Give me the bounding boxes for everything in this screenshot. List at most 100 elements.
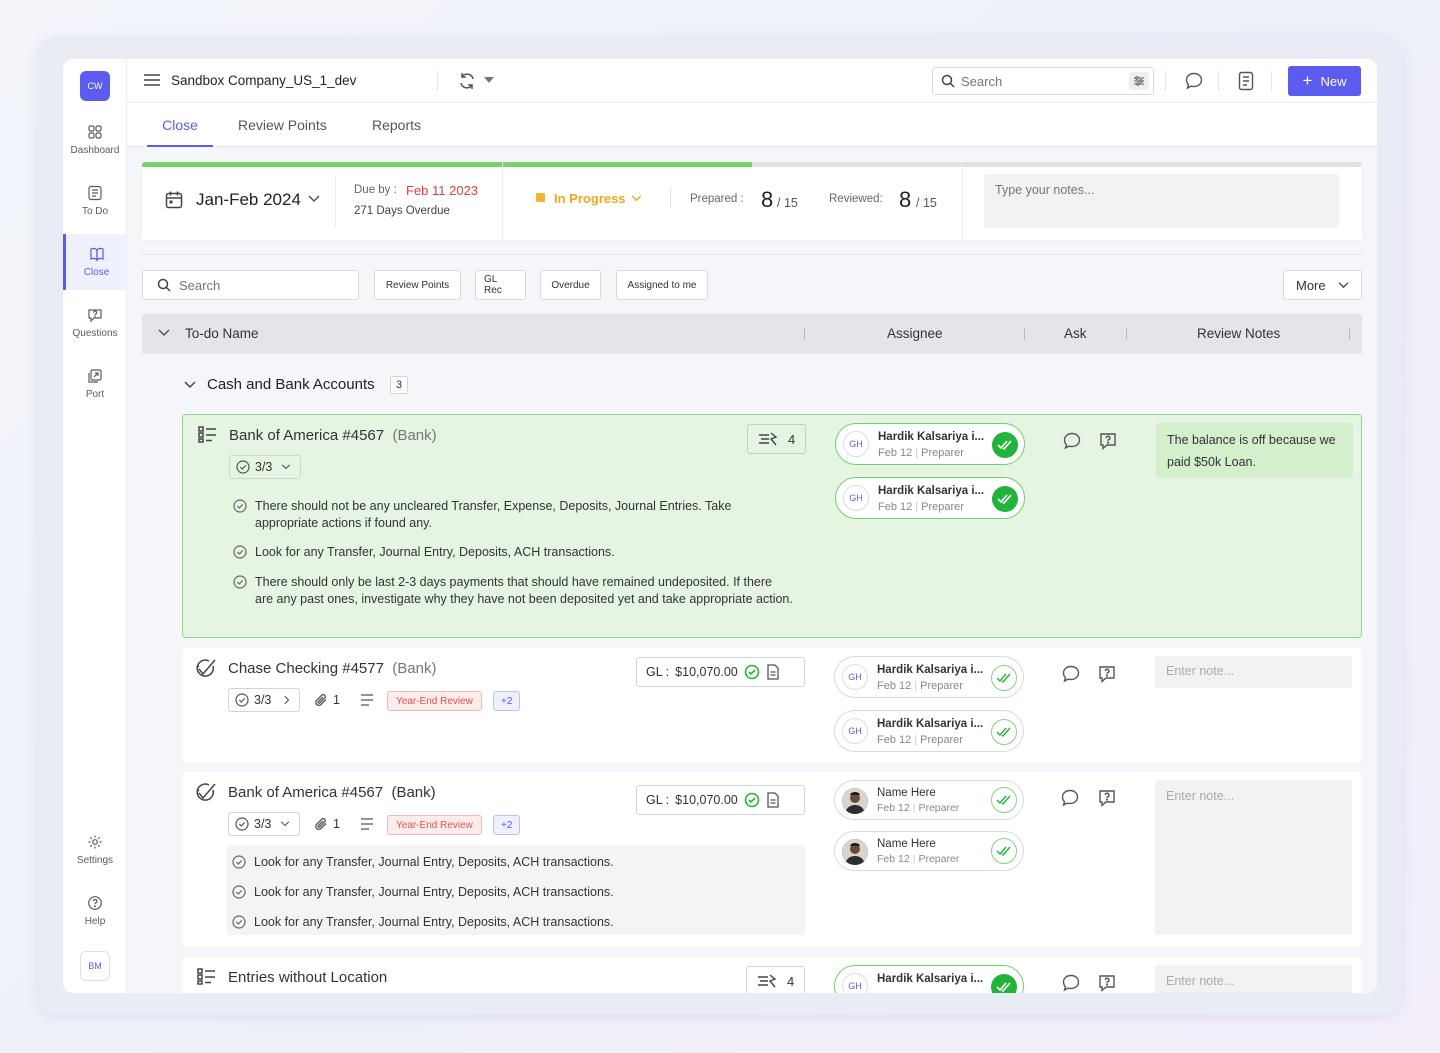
description-icon[interactable] xyxy=(360,694,374,706)
chevron-down-icon[interactable] xyxy=(184,381,196,389)
check-circle-icon[interactable] xyxy=(233,545,247,559)
sidebar-item-close[interactable]: Close xyxy=(63,234,127,290)
filter-assigned-to-me[interactable]: Assigned to me xyxy=(616,270,708,300)
check-circle-icon[interactable] xyxy=(232,915,246,929)
sync-icon[interactable] xyxy=(457,71,477,91)
check-circle-icon[interactable] xyxy=(233,499,247,513)
more-dropdown[interactable]: More xyxy=(1283,270,1362,300)
sidebar-item-settings[interactable]: Settings xyxy=(63,822,127,878)
check-circle-icon[interactable] xyxy=(232,885,246,899)
notes-textarea[interactable] xyxy=(984,174,1339,228)
filter-review-points[interactable]: Review Points xyxy=(374,270,461,300)
group-name[interactable]: Cash and Bank Accounts xyxy=(207,376,375,393)
double-check-icon[interactable] xyxy=(991,974,1017,993)
column-ask[interactable]: Ask xyxy=(1064,326,1087,341)
double-check-icon[interactable] xyxy=(992,486,1018,512)
description-icon[interactable] xyxy=(360,818,374,830)
period-label[interactable]: Jan-Feb 2024 xyxy=(196,190,301,210)
review-note-input[interactable]: Enter note... xyxy=(1155,965,1352,993)
company-name[interactable]: Sandbox Company_US_1_dev xyxy=(171,73,356,88)
double-check-icon[interactable] xyxy=(991,787,1017,813)
filter-gl-rec[interactable]: GL Rec xyxy=(475,270,526,300)
todo-search-input[interactable] xyxy=(179,276,349,294)
assignee-chip[interactable]: Name Here Feb 12 | Preparer xyxy=(834,831,1024,871)
sidebar-item-questions[interactable]: Questions xyxy=(63,295,127,351)
todo-card[interactable]: Bank of America #4567 (Bank) GL : $10,07… xyxy=(182,772,1362,947)
column-todo-name[interactable]: To-do Name xyxy=(185,326,259,341)
todo-title[interactable]: Entries without Location xyxy=(228,969,387,986)
column-assignee[interactable]: Assignee xyxy=(887,326,943,341)
tag-year-end-review[interactable]: Year-End Review xyxy=(387,691,482,711)
ask-question-icon[interactable] xyxy=(1097,664,1117,684)
attachments[interactable]: 1 xyxy=(308,688,348,712)
search-input[interactable] xyxy=(961,72,1121,90)
todo-title[interactable]: Chase Checking #4577 (Bank) xyxy=(228,660,436,677)
ask-question-icon[interactable] xyxy=(1097,788,1117,808)
attachments[interactable]: 1 xyxy=(308,812,348,836)
user-avatar[interactable]: BM xyxy=(80,951,110,981)
assignee-chip[interactable]: GH Hardik Kalsariya i... Feb 12 | Preparer xyxy=(834,710,1024,752)
assignee-chip[interactable]: GH Hardik Kalsariya i... Feb 12 | Preparer xyxy=(834,656,1024,698)
double-check-icon[interactable] xyxy=(991,719,1017,745)
review-note-input[interactable]: Enter note... xyxy=(1155,656,1352,688)
review-note[interactable]: The balance is off because we paid $50k … xyxy=(1156,423,1353,478)
assignee-chip[interactable]: GH Hardik Kalsariya i... xyxy=(834,965,1024,993)
gl-balance[interactable]: GL : $10,070.00 xyxy=(636,657,805,687)
more-tags[interactable]: +2 xyxy=(493,691,521,711)
tab-close[interactable]: Close xyxy=(147,103,213,147)
more-tags[interactable]: +2 xyxy=(493,815,521,835)
double-check-icon[interactable] xyxy=(992,432,1018,458)
new-button[interactable]: + New xyxy=(1288,66,1361,96)
comment-icon[interactable] xyxy=(1061,664,1081,684)
chevron-down-icon xyxy=(1338,281,1349,288)
sidebar-item-port[interactable]: Port xyxy=(63,356,127,412)
checklist-progress[interactable]: 3/3 xyxy=(228,812,300,836)
todo-card[interactable]: Chase Checking #4577 (Bank) GL : $10,070… xyxy=(182,648,1362,763)
filter-overdue[interactable]: Overdue xyxy=(540,270,601,300)
double-check-icon[interactable] xyxy=(991,838,1017,864)
chevron-down-icon[interactable] xyxy=(631,195,642,202)
comment-icon[interactable] xyxy=(1062,431,1082,451)
gl-balance[interactable]: GL : $10,070.00 xyxy=(636,785,805,815)
review-points-badge[interactable]: 4 xyxy=(746,966,805,993)
chevron-down-icon[interactable] xyxy=(158,329,170,337)
double-check-icon[interactable] xyxy=(991,665,1017,691)
checklist-progress[interactable]: 3/3 xyxy=(228,688,300,712)
app-logo[interactable]: CW xyxy=(80,71,110,101)
todo-card[interactable]: Bank of America #4567 (Bank) 4 3/3 There… xyxy=(182,414,1362,638)
tab-reports[interactable]: Reports xyxy=(372,103,421,147)
todo-title[interactable]: Bank of America #4567 (Bank) xyxy=(229,427,437,444)
review-note-input[interactable]: Enter note... xyxy=(1155,780,1352,935)
comment-icon[interactable] xyxy=(1061,973,1081,993)
document-icon[interactable] xyxy=(766,792,780,808)
review-points-badge[interactable]: 4 xyxy=(747,424,806,454)
sidebar-item-dashboard[interactable]: Dashboard xyxy=(63,112,127,168)
document-icon[interactable] xyxy=(766,664,780,680)
assignee-chip[interactable]: GH Hardik Kalsariya i... Feb 12 | Preparer xyxy=(835,477,1025,519)
ask-question-icon[interactable] xyxy=(1098,431,1118,451)
comment-icon[interactable] xyxy=(1060,788,1080,808)
chat-icon[interactable] xyxy=(1184,71,1204,91)
todo-search-box[interactable] xyxy=(142,270,359,300)
status-label[interactable]: In Progress xyxy=(554,191,626,206)
todo-card[interactable]: Entries without Location 4 GH Hardik Kal… xyxy=(182,957,1362,993)
tab-review-points[interactable]: Review Points xyxy=(238,103,327,147)
tag-year-end-review[interactable]: Year-End Review xyxy=(387,815,482,835)
assignee-chip[interactable]: GH Hardik Kalsariya i... Feb 12 | Preparer xyxy=(835,423,1025,465)
hamburger-menu-icon[interactable] xyxy=(143,72,161,88)
chevron-down-icon[interactable] xyxy=(484,77,494,83)
sidebar-item-help[interactable]: Help xyxy=(63,883,127,939)
check-circle-icon[interactable] xyxy=(232,855,246,869)
checklist-progress[interactable]: 3/3 xyxy=(229,455,301,479)
chevron-down-icon[interactable] xyxy=(308,195,320,203)
filter-settings-icon[interactable] xyxy=(1129,72,1149,90)
document-icon[interactable] xyxy=(1237,71,1255,91)
todo-title[interactable]: Bank of America #4567 (Bank) xyxy=(228,784,436,801)
search-box[interactable] xyxy=(932,67,1154,95)
sidebar-item-to-do[interactable]: To Do xyxy=(63,173,127,229)
assignee-date: Feb 12 xyxy=(878,501,913,513)
assignee-chip[interactable]: Name Here Feb 12 | Preparer xyxy=(834,780,1024,820)
ask-question-icon[interactable] xyxy=(1097,973,1117,993)
check-circle-icon[interactable] xyxy=(233,575,247,589)
column-review-notes[interactable]: Review Notes xyxy=(1197,326,1280,341)
